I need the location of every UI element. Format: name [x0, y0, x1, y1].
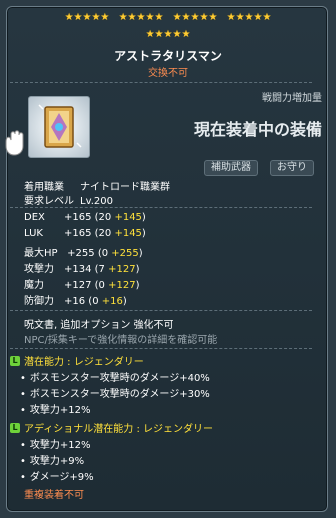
requirement-row: 要求レベル Lv.200: [24, 192, 113, 207]
stat-paren: ): [141, 228, 146, 239]
bullet-icon: •: [20, 373, 26, 384]
requirement-key: 着用職業: [24, 182, 64, 193]
stat-paren: ): [138, 248, 143, 259]
potential-text: ボスモンスター攻撃時のダメージ+30%: [29, 389, 210, 400]
trade-status: 交換不可: [148, 68, 188, 79]
glove-cursor-icon: [0, 128, 30, 166]
currently-equipped-label: 現在装着中の装備: [193, 120, 322, 139]
stat-base: (7: [91, 264, 109, 275]
potential-line: • ボスモンスター攻撃時のダメージ+40%: [20, 369, 210, 384]
stat-name: 最大HP: [24, 248, 58, 259]
talisman-scroll-icon: [38, 104, 82, 148]
bullet-icon: •: [20, 440, 26, 451]
potential-text: ダメージ+9%: [29, 472, 94, 483]
stat-bonus: +255: [111, 248, 139, 259]
stat-row-magic: 魔力 +127 (0 +127): [24, 276, 139, 291]
star-group: ★★★★★: [118, 12, 164, 23]
potential-text: 攻撃力+12%: [29, 440, 91, 451]
stat-name: DEX: [24, 212, 45, 223]
requirement-value: Lv.200: [80, 196, 113, 207]
stat-name: LUK: [24, 228, 43, 239]
stat-base: (0: [94, 248, 112, 259]
potential-text: ボスモンスター攻撃時のダメージ+40%: [29, 373, 210, 384]
potential-text: 攻撃力+12%: [29, 405, 91, 416]
additional-potential-header: L アディショナル潜在能力 : レジェンダリー: [10, 420, 213, 435]
stat-paren: ): [141, 212, 146, 223]
stat-row-max-hp: 最大HP +255 (0 +255): [24, 244, 143, 259]
item-name: アストラタリスマン: [114, 49, 222, 63]
additional-potential-line: • ダメージ+9%: [20, 468, 94, 483]
potential-title: 潜在能力 : レジェンダリー: [24, 357, 144, 368]
additional-potential-line: • 攻撃力+12%: [20, 436, 91, 451]
tag-charm: お守り: [270, 160, 314, 176]
stat-total: +127: [64, 280, 92, 291]
stat-row-defense: 防御力 +16 (0 +16): [24, 292, 127, 307]
bullet-icon: •: [20, 472, 26, 483]
item-icon-frame: [28, 96, 90, 158]
stat-row-luk: LUK +165 (20 +145): [24, 228, 146, 239]
stat-total: +134: [64, 264, 92, 275]
potential-header: L 潜在能力 : レジェンダリー: [10, 353, 144, 368]
stat-row-attack: 攻撃力 +134 (7 +127): [24, 260, 139, 275]
stat-bonus: +145: [114, 212, 142, 223]
star-group: ★★★★★: [172, 12, 218, 23]
requirement-row: 着用職業 ナイトロード職業群: [24, 178, 170, 193]
stat-total: +255: [64, 248, 95, 259]
potential-text: 攻撃力+9%: [29, 456, 85, 467]
stat-total: +165: [64, 228, 92, 239]
divider: [10, 348, 312, 349]
enhancement-note: 呪文書, 追加オプション 強化不可: [24, 320, 174, 331]
stat-paren: ): [135, 264, 140, 275]
npc-hint: NPC/採集キーで強化情報の詳細を確認可能: [24, 335, 218, 346]
additional-potential-line: • 攻撃力+9%: [20, 452, 84, 467]
stat-bonus: +127: [108, 280, 136, 291]
potential-line: • ボスモンスター攻撃時のダメージ+30%: [20, 385, 210, 400]
legendary-badge-icon: L: [10, 422, 20, 433]
stat-base: (20: [91, 212, 115, 223]
star-force-row-1: ★★★★★ ★★★★★ ★★★★★ ★★★★★: [0, 12, 336, 23]
stat-total: +165: [64, 212, 92, 223]
bullet-icon: •: [20, 456, 26, 467]
bullet-icon: •: [20, 389, 26, 400]
stat-bonus: +16: [101, 296, 123, 307]
legendary-badge-icon: L: [10, 355, 20, 366]
stat-paren: ): [122, 296, 127, 307]
divider: [10, 207, 312, 208]
stat-name: 攻撃力: [24, 264, 54, 275]
divider: [10, 310, 312, 311]
stat-base: (0: [91, 280, 109, 291]
additional-potential-title: アディショナル潜在能力 : レジェンダリー: [24, 424, 214, 435]
star-force-row-2: ★★★★★: [0, 29, 336, 40]
stat-name: 防御力: [24, 296, 54, 307]
star-group: ★★★★★: [64, 12, 110, 23]
stat-base: (20: [91, 228, 115, 239]
tag-secondary-weapon: 補助武器: [204, 160, 258, 176]
stat-bonus: +127: [108, 264, 136, 275]
stat-row-dex: DEX +165 (20 +145): [24, 212, 146, 223]
star-group: ★★★★★: [226, 12, 272, 23]
bullet-icon: •: [20, 405, 26, 416]
stat-name: 魔力: [24, 280, 44, 291]
stat-paren: ): [135, 280, 140, 291]
star-group: ★★★★★: [145, 29, 191, 40]
stat-base: (0: [85, 296, 102, 307]
attack-increase-label: 戦闘力増加量: [262, 93, 322, 104]
stat-total: +16: [64, 296, 86, 307]
stat-bonus: +145: [114, 228, 142, 239]
divider: [10, 82, 312, 83]
requirement-key: 要求レベル: [24, 196, 74, 207]
potential-line: • 攻撃力+12%: [20, 401, 91, 416]
unique-equip-note: 重複装着不可: [24, 490, 84, 501]
